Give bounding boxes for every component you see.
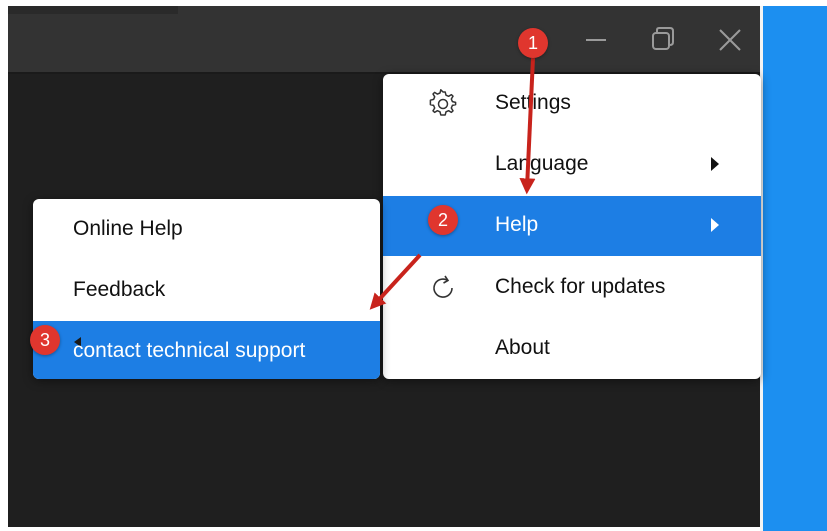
menu-item-label: Language	[495, 152, 589, 175]
menu-item-about[interactable]: About	[383, 319, 761, 379]
submenu-arrow-icon	[711, 218, 719, 232]
step-badge-2: 2	[428, 205, 458, 235]
gear-icon	[429, 89, 457, 116]
menu-item-label: About	[495, 336, 550, 359]
menu-item-check-for-updates[interactable]: Check for updates	[383, 258, 761, 318]
menu-item-label: Check for updates	[495, 275, 666, 298]
restore-button[interactable]	[645, 22, 681, 58]
title-bar-edge	[8, 6, 178, 14]
menu-item-language[interactable]: Language	[383, 135, 761, 195]
submenu-item-label: contact technical support	[73, 339, 306, 362]
menu-item-label: Help	[495, 213, 539, 236]
close-button[interactable]	[712, 22, 748, 58]
title-bar	[8, 6, 760, 74]
submenu-item-online-help[interactable]: Online Help	[33, 199, 380, 259]
step-badge-1: 1	[518, 28, 548, 58]
help-submenu: Online Help Feedback contact technical s…	[33, 199, 380, 379]
minimize-button[interactable]	[578, 22, 614, 58]
submenu-item-contact-technical-support[interactable]: contact technical support	[33, 321, 380, 379]
minimize-icon	[586, 39, 606, 41]
menu-item-label: Settings	[495, 91, 571, 114]
close-icon	[719, 29, 741, 51]
step-badge-3: 3	[30, 325, 60, 355]
submenu-item-label: Feedback	[73, 278, 166, 301]
submenu-arrow-icon	[711, 157, 719, 171]
submenu-item-label: Online Help	[73, 217, 183, 240]
refresh-icon	[433, 275, 453, 298]
desktop-background	[763, 6, 827, 531]
menu-item-settings[interactable]: Settings	[383, 74, 761, 134]
submenu-item-feedback[interactable]: Feedback	[33, 260, 380, 320]
restore-icon	[652, 27, 674, 50]
